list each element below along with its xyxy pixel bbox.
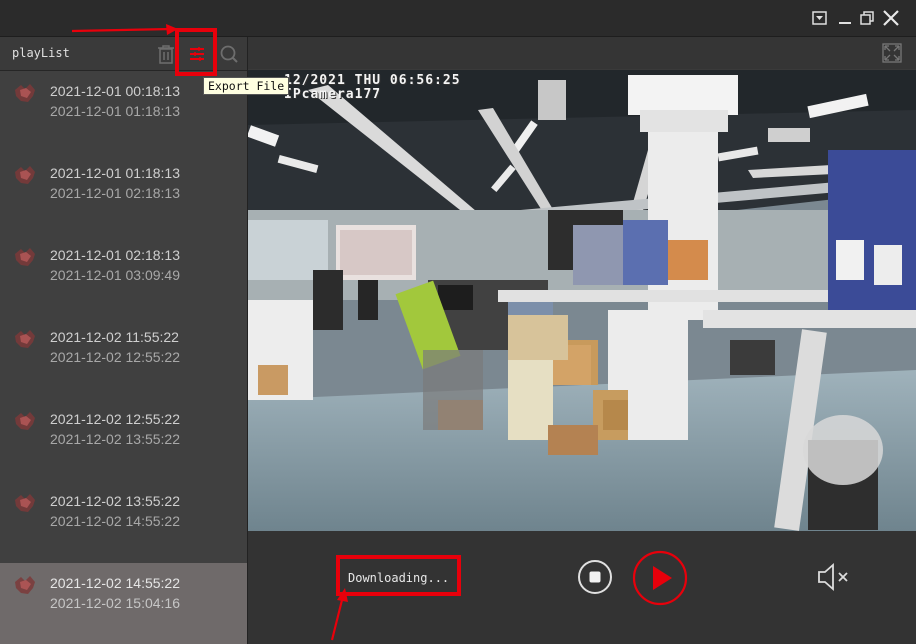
video-thumbnail-icon — [15, 576, 35, 594]
title-bar — [0, 0, 916, 37]
video-thumbnail-icon — [15, 494, 35, 512]
playlist-item[interactable]: 2021-12-02 11:55:22 2021-12-02 12:55:22 — [0, 317, 247, 399]
video-thumbnail-icon — [15, 248, 35, 266]
mute-icon[interactable] — [816, 562, 852, 592]
playback-controls: Downloading... — [248, 531, 916, 644]
minimize-icon[interactable] — [836, 9, 854, 27]
fullscreen-icon[interactable] — [882, 43, 902, 63]
office-scene — [248, 70, 916, 531]
close-icon[interactable] — [882, 9, 900, 27]
playlist: 2021-12-01 00:18:13 2021-12-01 01:18:13 20… — [0, 71, 247, 644]
playlist-item[interactable]: 2021-12-01 02:18:13 2021-12-01 03:09:49 — [0, 235, 247, 317]
item-end-time: 2021-12-01 01:18:13 — [50, 103, 180, 119]
item-end-time: 2021-12-01 02:18:13 — [50, 185, 180, 201]
item-end-time: 2021-12-02 12:55:22 — [50, 349, 180, 365]
video-thumbnail-icon — [15, 84, 35, 102]
playlist-item[interactable]: 2021-12-01 01:18:13 2021-12-01 02:18:13 — [0, 153, 247, 235]
item-start-time: 2021-12-02 12:55:22 — [50, 411, 180, 427]
playlist-title: playList — [12, 46, 70, 60]
download-status: Downloading... — [348, 571, 450, 585]
playlist-item[interactable]: 2021-12-02 13:55:22 2021-12-02 14:55:22 — [0, 481, 247, 563]
item-end-time: 2021-12-01 03:09:49 — [50, 267, 180, 283]
playlist-item[interactable]: 2021-12-02 14:55:22 2021-12-02 15:04:16 — [0, 563, 247, 644]
playlist-header: playList — [0, 37, 247, 71]
dropdown-icon[interactable] — [811, 9, 829, 27]
osd-datetime: 12/2021 THU 06:56:25 — [284, 73, 461, 88]
item-end-time: 2021-12-02 13:55:22 — [50, 431, 180, 447]
osd-camera-name: IPcamera177 — [284, 87, 382, 102]
video-thumbnail-icon — [15, 330, 35, 348]
video-view[interactable]: 12/2021 THU 06:56:25 IPcamera177 — [248, 70, 916, 531]
item-end-time: 2021-12-02 15:04:16 — [50, 595, 180, 611]
menu-lines-icon[interactable] — [186, 43, 208, 65]
item-start-time: 2021-12-02 13:55:22 — [50, 493, 180, 509]
item-end-time: 2021-12-02 14:55:22 — [50, 513, 180, 529]
item-start-time: 2021-12-01 00:18:13 — [50, 83, 180, 99]
item-start-time: 2021-12-02 11:55:22 — [50, 329, 179, 345]
playlist-panel: playList 2021-12-01 00:18:13 2021-12-01 0… — [0, 37, 248, 644]
video-thumbnail-icon — [15, 166, 35, 184]
item-start-time: 2021-12-01 01:18:13 — [50, 165, 180, 181]
restore-icon[interactable] — [858, 9, 876, 27]
export-file-tooltip: Export File — [203, 77, 290, 95]
item-start-time: 2021-12-02 14:55:22 — [50, 575, 180, 591]
video-thumbnail-icon — [15, 412, 35, 430]
item-start-time: 2021-12-01 02:18:13 — [50, 247, 180, 263]
play-icon[interactable] — [632, 550, 688, 606]
video-header — [248, 37, 916, 69]
stop-icon[interactable] — [577, 559, 613, 595]
search-icon[interactable] — [218, 43, 240, 65]
playlist-item[interactable]: 2021-12-02 12:55:22 2021-12-02 13:55:22 — [0, 399, 247, 481]
trash-icon[interactable] — [155, 43, 177, 65]
